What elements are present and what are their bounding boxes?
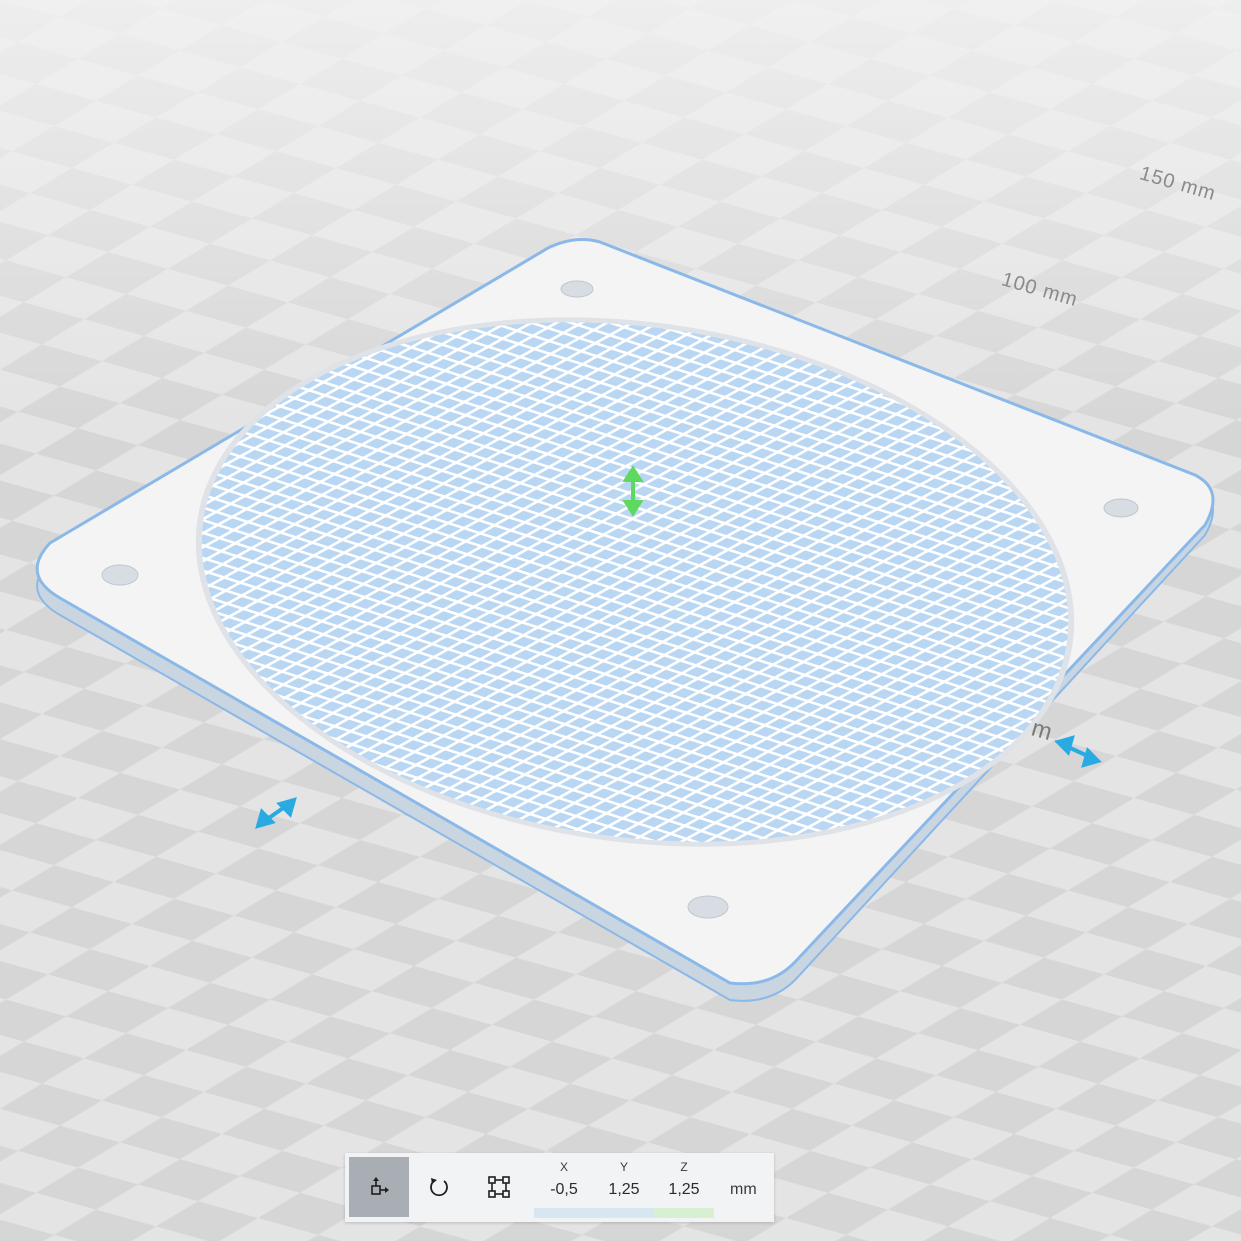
- x-field-underline: [534, 1208, 594, 1218]
- z-field-underline: [654, 1208, 714, 1218]
- 3d-viewport[interactable]: 150 mm 100 mm m: [0, 0, 1241, 1241]
- z-value-input[interactable]: [656, 1177, 712, 1203]
- y-coordinate-field: Y: [594, 1153, 654, 1222]
- scale-tool-button[interactable]: [469, 1157, 529, 1217]
- mounting-hole: [687, 895, 729, 919]
- move-tool-button[interactable]: [349, 1157, 409, 1217]
- z-coordinate-field: Z: [654, 1153, 714, 1222]
- z-axis-label: Z: [680, 1160, 688, 1174]
- unit-label: mm: [730, 1180, 757, 1198]
- move-icon: [371, 1177, 389, 1195]
- mounting-hole: [101, 564, 139, 586]
- scale-icon: [488, 1176, 510, 1198]
- y-value-input[interactable]: [596, 1177, 652, 1203]
- x-axis-label: X: [559, 1160, 568, 1174]
- y-axis-label: Y: [619, 1160, 628, 1174]
- rotate-icon: [430, 1178, 448, 1197]
- y-field-underline: [594, 1208, 654, 1218]
- x-value-input[interactable]: [536, 1177, 592, 1203]
- rotate-tool-button[interactable]: [409, 1157, 469, 1217]
- x-coordinate-field: X: [534, 1153, 594, 1222]
- mounting-hole: [1103, 498, 1139, 518]
- scene-canvas[interactable]: [0, 0, 1241, 1241]
- mounting-hole: [560, 280, 594, 298]
- transform-toolbar: X Y Z mm: [345, 1153, 774, 1222]
